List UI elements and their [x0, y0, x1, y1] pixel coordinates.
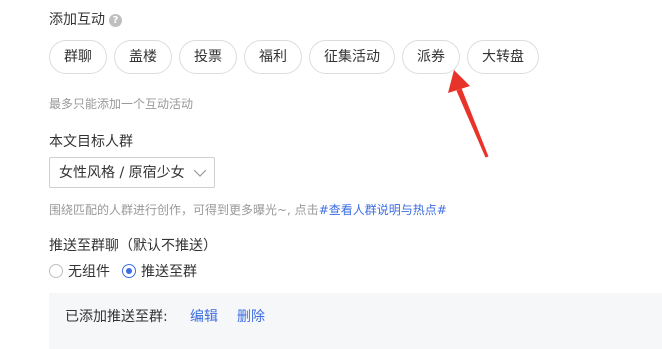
radio-push-to-group-label: 推送至群 — [141, 264, 197, 280]
radio-no-component-circle[interactable] — [49, 264, 63, 278]
interaction-chip-list: 群聊 盖楼 投票 福利 征集活动 派券 大转盘 — [49, 40, 539, 74]
interaction-hint: 最多只能添加一个互动活动 — [49, 97, 194, 111]
chip-vote[interactable]: 投票 — [179, 40, 237, 74]
chip-building[interactable]: 盖楼 — [114, 40, 172, 74]
chip-coupon[interactable]: 派券 — [402, 40, 460, 74]
push-section-title: 推送至群聊（默认不推送） — [49, 238, 217, 254]
chip-collection-event[interactable]: 征集活动 — [309, 40, 395, 74]
chip-lucky-wheel[interactable]: 大转盘 — [467, 40, 539, 74]
interaction-section-title: 添加互动? — [49, 10, 122, 30]
added-group-panel: 已添加推送至群: 编辑 删除 — [49, 293, 662, 349]
chevron-down-icon — [193, 169, 207, 177]
radio-no-component-label: 无组件 — [68, 264, 110, 280]
audience-hint: 围绕匹配的人群进行创作，可得到更多曝光~, 点击#查看人群说明与热点# — [49, 201, 447, 219]
audience-select[interactable]: 女性风格 / 原宿少女 — [49, 157, 215, 188]
compose-settings-page: 添加互动? 群聊 盖楼 投票 福利 征集活动 派券 大转盘 最多只能添加一个互动… — [0, 0, 662, 349]
chip-welfare[interactable]: 福利 — [244, 40, 302, 74]
chip-group-chat[interactable]: 群聊 — [49, 40, 107, 74]
radio-push-to-group-circle[interactable] — [122, 264, 136, 278]
push-radio-group: 无组件 推送至群 — [49, 262, 209, 280]
audience-select-value: 女性风格 / 原宿少女 — [59, 165, 185, 181]
delete-link[interactable]: 删除 — [237, 307, 265, 327]
edit-link[interactable]: 编辑 — [190, 307, 218, 327]
radio-push-to-group[interactable]: 推送至群 — [122, 261, 197, 281]
audience-help-link[interactable]: #查看人群说明与热点# — [319, 203, 447, 217]
interaction-title: 添加互动 — [49, 12, 105, 28]
audience-section-title: 本文目标人群 — [49, 134, 133, 150]
audience-hint-text: 围绕匹配的人群进行创作，可得到更多曝光~, 点击 — [49, 203, 319, 217]
radio-no-component[interactable]: 无组件 — [49, 261, 110, 281]
added-group-label: 已添加推送至群: — [65, 309, 168, 325]
question-mark-icon[interactable]: ? — [109, 14, 122, 27]
